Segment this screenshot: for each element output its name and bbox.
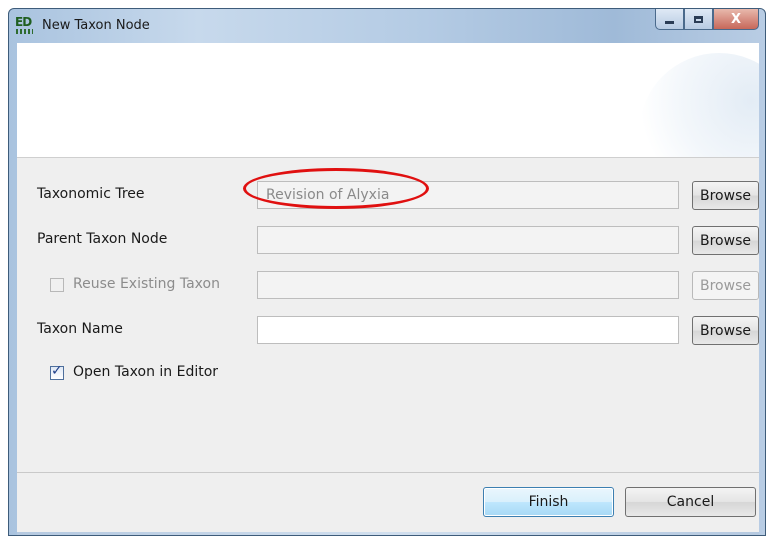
- app-icon-text: ED: [15, 15, 32, 29]
- open-taxon-in-editor-checkbox[interactable]: ✓: [50, 363, 64, 380]
- reuse-existing-taxon-label: Reuse Existing Taxon: [73, 276, 220, 292]
- checkmark-icon: ✓: [51, 363, 63, 379]
- taxonomic-tree-field[interactable]: Revision of Alyxia: [257, 181, 679, 209]
- close-button[interactable]: X: [713, 9, 759, 30]
- reuse-existing-taxon-browse-button: Browse: [692, 271, 759, 300]
- parent-taxon-node-browse-button[interactable]: Browse: [692, 226, 759, 255]
- taxon-name-browse-button[interactable]: Browse: [692, 316, 759, 345]
- reuse-existing-taxon-field: [257, 271, 679, 299]
- maximize-icon: [694, 15, 703, 23]
- maximize-button[interactable]: [684, 9, 713, 30]
- taxonomic-tree-browse-button[interactable]: Browse: [692, 181, 759, 210]
- window-bottom-border: [17, 532, 759, 535]
- dialog-footer: Finish Cancel: [17, 472, 759, 533]
- cancel-button[interactable]: Cancel: [625, 487, 756, 517]
- app-icon-base: [16, 29, 33, 34]
- form-panel: Taxonomic Tree Revision of Alyxia Browse…: [17, 157, 759, 473]
- window-controls: X: [655, 9, 759, 31]
- parent-taxon-node-field[interactable]: [257, 226, 679, 254]
- parent-taxon-node-label: Parent Taxon Node: [37, 231, 168, 247]
- taxonomic-tree-label: Taxonomic Tree: [37, 186, 145, 202]
- taxon-name-label: Taxon Name: [37, 321, 123, 337]
- header-banner: [17, 43, 759, 157]
- minimize-button[interactable]: [655, 9, 684, 30]
- new-taxon-node-dialog: ED New Taxon Node X Taxonomic Tree Revis…: [8, 8, 766, 536]
- taxon-name-input[interactable]: [257, 316, 679, 344]
- window-title: New Taxon Node: [42, 18, 150, 33]
- finish-button[interactable]: Finish: [483, 487, 614, 517]
- app-icon: ED: [15, 15, 35, 36]
- minimize-icon: [665, 20, 674, 24]
- open-taxon-in-editor-label: Open Taxon in Editor: [73, 364, 219, 380]
- close-icon: X: [730, 11, 742, 27]
- reuse-existing-taxon-checkbox[interactable]: [50, 278, 64, 292]
- banner-decoration: [639, 53, 759, 157]
- title-bar[interactable]: ED New Taxon Node X: [9, 9, 765, 43]
